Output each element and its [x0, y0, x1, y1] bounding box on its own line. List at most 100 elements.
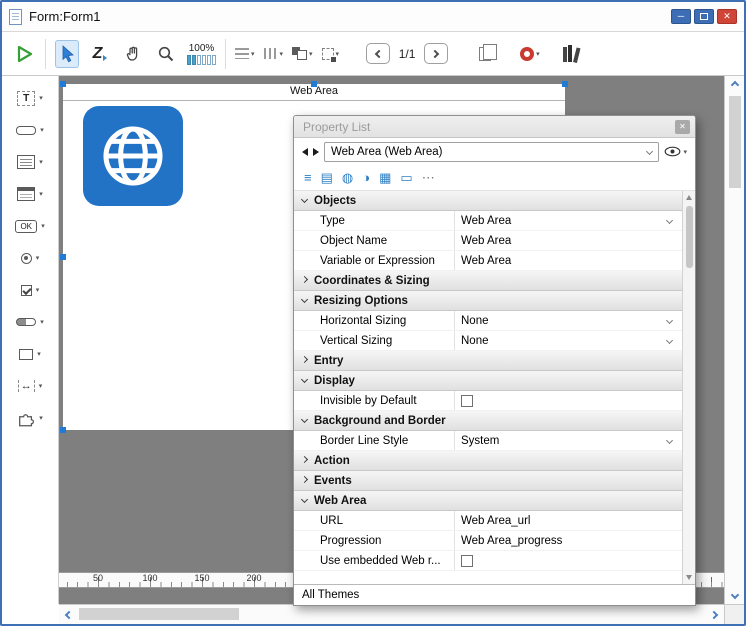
caret-down-icon: ▾: [536, 50, 540, 58]
align-menu-button[interactable]: ▾: [235, 40, 255, 68]
maximize-button[interactable]: [694, 9, 714, 24]
scroll-down-button[interactable]: [683, 571, 695, 584]
radio-tool[interactable]: ▾: [2, 246, 58, 270]
close-button[interactable]: ✕: [717, 9, 737, 24]
button-tool[interactable]: OK▾: [2, 214, 58, 238]
section-background-border[interactable]: Background and Border: [294, 411, 682, 431]
selection-handle[interactable]: [562, 81, 568, 87]
chevron-expanded-icon: [301, 496, 308, 503]
object-selector-dropdown[interactable]: Web Area (Web Area): [324, 142, 659, 162]
rectangle-tool[interactable]: ▾: [2, 342, 58, 366]
hand-tool-button[interactable]: [121, 40, 145, 68]
scroll-up-button[interactable]: [725, 76, 744, 94]
property-list-close-button[interactable]: ✕: [675, 120, 690, 134]
events-menu-button[interactable]: ▾: [520, 40, 540, 68]
section-objects[interactable]: Objects: [294, 191, 682, 211]
previous-object-button[interactable]: [302, 148, 308, 156]
horizontal-scrollbar[interactable]: [59, 604, 724, 624]
theme-icon-sphere[interactable]: ◍: [342, 171, 353, 184]
rectangle-tool-icon: [19, 349, 33, 360]
embedded-web-cell: [454, 551, 682, 570]
scrollbar-corner: [724, 604, 744, 624]
scrollbar-track[interactable]: [77, 605, 706, 624]
distribute-menu-button[interactable]: ▾: [264, 40, 284, 68]
section-coordinates-sizing[interactable]: Coordinates & Sizing: [294, 271, 682, 291]
text-tool[interactable]: T▾: [2, 86, 58, 110]
previous-page-button[interactable]: [366, 43, 390, 64]
section-action[interactable]: Action: [294, 451, 682, 471]
form-pages-button[interactable]: [457, 40, 491, 68]
property-list-scrollbar[interactable]: [682, 191, 695, 584]
scroll-left-button[interactable]: [59, 605, 77, 624]
section-events[interactable]: Events: [294, 471, 682, 491]
property-label: Border Line Style: [294, 435, 408, 447]
progress-tool[interactable]: ▾: [2, 310, 58, 334]
section-resizing-options[interactable]: Resizing Options: [294, 291, 682, 311]
web-area-globe-icon[interactable]: [83, 106, 183, 206]
selection-handle[interactable]: [60, 427, 66, 433]
list-tool[interactable]: ▾: [2, 150, 58, 174]
view-options-button[interactable]: ▾: [664, 146, 687, 157]
layers-icon: [292, 47, 307, 60]
scroll-down-button[interactable]: [725, 586, 744, 604]
input-tool[interactable]: ▾: [2, 118, 58, 142]
grid-menu-button[interactable]: ▾: [322, 40, 340, 68]
checkbox-tool[interactable]: ▾: [2, 278, 58, 302]
theme-icon-monitor[interactable]: ▭: [400, 171, 412, 184]
caret-down-icon: ▾: [683, 148, 687, 156]
scroll-up-button[interactable]: [683, 191, 695, 204]
property-value: None: [461, 335, 489, 347]
list-tool-icon: [17, 155, 35, 169]
progression-field[interactable]: Web Area_progress: [454, 531, 682, 550]
minimize-button[interactable]: ─: [671, 9, 691, 24]
section-display[interactable]: Display: [294, 371, 682, 391]
run-form-button[interactable]: [12, 40, 36, 68]
object-name-field[interactable]: Web Area: [454, 231, 682, 250]
pointer-tool-button[interactable]: [55, 40, 79, 68]
next-object-button[interactable]: [313, 148, 319, 156]
listbox-tool[interactable]: ▾: [2, 182, 58, 206]
separator: [225, 39, 226, 69]
books-icon: [563, 45, 577, 62]
theme-icon-pie[interactable]: ◑: [362, 171, 370, 184]
variable-field[interactable]: Web Area: [454, 251, 682, 270]
property-label: URL: [294, 515, 343, 527]
caret-down-icon: ▾: [251, 50, 255, 58]
chevron-collapsed-icon: [301, 276, 308, 283]
selection-handle[interactable]: [60, 81, 66, 87]
plugin-tool[interactable]: ▾: [2, 406, 58, 430]
zoom-tool-button[interactable]: [154, 40, 178, 68]
theme-icon-page[interactable]: ▤: [321, 171, 333, 184]
vertical-sizing-dropdown[interactable]: None: [454, 331, 682, 350]
url-field[interactable]: Web Area_url: [454, 511, 682, 530]
scrollbar-thumb[interactable]: [79, 608, 239, 620]
property-list-footer: All Themes: [294, 584, 695, 605]
layer-menu-button[interactable]: ▾: [292, 40, 313, 68]
splitter-tool[interactable]: ↔▾: [2, 374, 58, 398]
titlebar[interactable]: Form:Form1 ─ ✕: [2, 2, 744, 32]
selection-handle[interactable]: [60, 254, 66, 260]
scroll-right-button[interactable]: [706, 605, 724, 624]
property-list-titlebar[interactable]: Property List ✕: [294, 116, 695, 138]
next-page-button[interactable]: [424, 43, 448, 64]
horizontal-sizing-dropdown[interactable]: None: [454, 311, 682, 330]
theme-icon-list[interactable]: ≡: [304, 171, 312, 184]
zoom-steps[interactable]: [187, 55, 216, 65]
section-web-area[interactable]: Web Area: [294, 491, 682, 511]
library-button[interactable]: [549, 40, 577, 68]
type-dropdown[interactable]: Web Area: [454, 211, 682, 230]
invisible-default-checkbox[interactable]: [461, 395, 473, 407]
entry-order-tool-button[interactable]: Z: [88, 40, 112, 68]
border-line-style-dropdown[interactable]: System: [454, 431, 682, 450]
selection-handle[interactable]: [311, 81, 317, 87]
scrollbar-thumb[interactable]: [686, 206, 693, 268]
vertical-scrollbar[interactable]: [724, 76, 744, 604]
scrollbar-thumb[interactable]: [729, 96, 741, 188]
section-entry[interactable]: Entry: [294, 351, 682, 371]
property-value: Web Area: [461, 235, 511, 247]
theme-icon-more[interactable]: ⋯: [422, 171, 435, 184]
zoom-control[interactable]: 100%: [187, 43, 216, 65]
theme-icon-chart[interactable]: ▦: [379, 171, 391, 184]
embedded-web-checkbox[interactable]: [461, 555, 473, 567]
hand-icon: [124, 45, 142, 63]
